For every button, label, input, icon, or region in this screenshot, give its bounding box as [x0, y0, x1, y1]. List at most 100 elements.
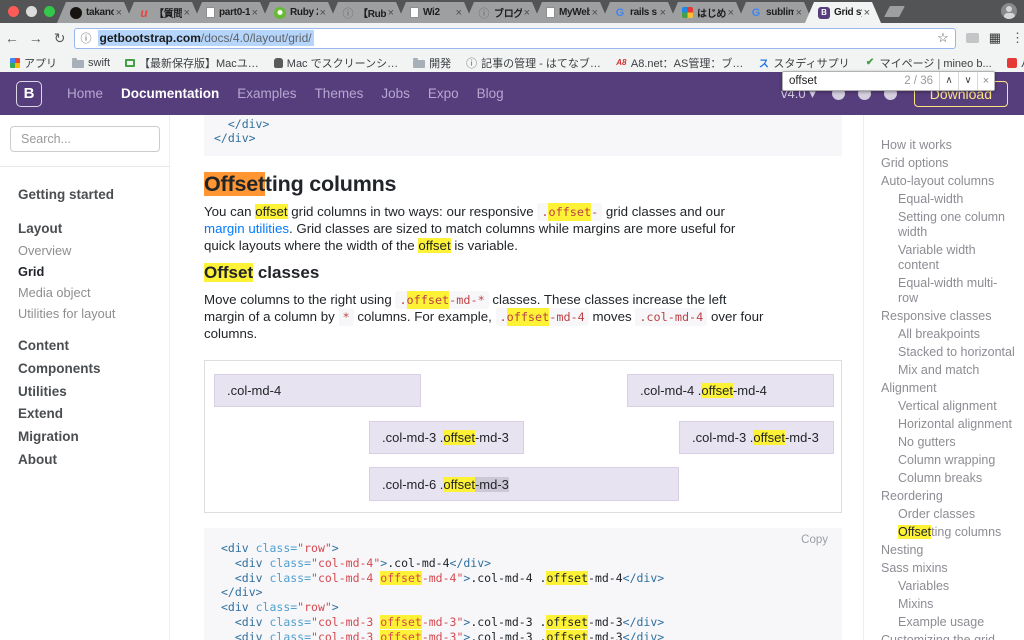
- sidebar-item-layout[interactable]: Layout: [18, 221, 62, 236]
- tab-close-icon[interactable]: ×: [524, 7, 530, 19]
- tab-close-icon[interactable]: ×: [592, 7, 598, 19]
- sidebar-item-content[interactable]: Content: [18, 338, 69, 353]
- tab-close-icon[interactable]: ×: [728, 7, 734, 19]
- tab[interactable]: 【Ruby o×: [329, 2, 405, 23]
- browser-menu-icon[interactable]: ⋮: [1011, 30, 1024, 46]
- find-next-button[interactable]: ∨: [958, 72, 977, 90]
- find-close-icon[interactable]: ×: [977, 72, 994, 90]
- tab-close-icon[interactable]: ×: [252, 7, 258, 19]
- tab[interactable]: sublime i×: [737, 2, 813, 23]
- toc-item[interactable]: Responsive classes: [864, 309, 1024, 324]
- sidebar-item-components[interactable]: Components: [18, 361, 101, 376]
- nav-examples[interactable]: Examples: [228, 86, 305, 101]
- toc-item[interactable]: Example usage: [864, 615, 1024, 630]
- tab-active[interactable]: B Grid syste×: [805, 2, 881, 23]
- page-info-icon[interactable]: ⓘ: [81, 30, 92, 46]
- toc-item[interactable]: Alignment: [864, 381, 1024, 396]
- tab[interactable]: Wi2 ×: [397, 2, 473, 23]
- sidebar-item-media-object[interactable]: Media object: [18, 285, 91, 300]
- toc-item[interactable]: Nesting: [864, 543, 1024, 558]
- find-input[interactable]: offset: [783, 75, 904, 87]
- toc-item[interactable]: Horizontal alignment: [864, 417, 1024, 432]
- bookmark-item[interactable]: 【最新保存版】Macユ…: [125, 55, 259, 71]
- bookmark-folder[interactable]: 開発: [413, 55, 451, 71]
- sidebar-item-getting-started[interactable]: Getting started: [18, 187, 114, 202]
- toc-item[interactable]: Customizing the grid: [864, 633, 1024, 640]
- tab-close-icon[interactable]: ×: [864, 7, 870, 19]
- minimize-window-button[interactable]: [26, 6, 37, 17]
- toc-item[interactable]: Equal-width multi- row: [864, 276, 1024, 306]
- toc-item[interactable]: Order classes: [864, 507, 1024, 522]
- toc-item[interactable]: Reordering: [864, 489, 1024, 504]
- tab-close-icon[interactable]: ×: [116, 7, 122, 19]
- nav-expo[interactable]: Expo: [419, 86, 468, 101]
- bookmark-star-icon[interactable]: ☆: [937, 30, 949, 46]
- nav-themes[interactable]: Themes: [306, 86, 373, 101]
- toc-item[interactable]: Column wrapping: [864, 453, 1024, 468]
- bootstrap-logo[interactable]: B: [16, 80, 42, 107]
- tab-close-icon[interactable]: ×: [184, 7, 190, 19]
- tab[interactable]: はじめから×: [669, 2, 745, 23]
- toc-item[interactable]: Mix and match: [864, 363, 1024, 378]
- tab-close-icon[interactable]: ×: [456, 7, 462, 19]
- toc-item[interactable]: Variables: [864, 579, 1024, 594]
- bookmark-item[interactable]: スタディサプリ: [758, 55, 849, 71]
- forward-button[interactable]: →: [24, 30, 48, 46]
- tab-close-icon[interactable]: ×: [796, 7, 802, 19]
- bookmark-item[interactable]: バナナマンのせっかく…: [1006, 55, 1024, 71]
- tab[interactable]: Ruby 2.3. ×: [261, 2, 337, 23]
- sidebar-item-extend[interactable]: Extend: [18, 406, 63, 421]
- sidebar-item-grid[interactable]: Grid: [18, 264, 44, 279]
- zoom-window-button[interactable]: [44, 6, 55, 17]
- tab[interactable]: 【質問対応×: [125, 2, 201, 23]
- toc-item[interactable]: Sass mixins: [864, 561, 1024, 576]
- tab[interactable]: rails s - G×: [601, 2, 677, 23]
- new-tab-button[interactable]: [884, 6, 905, 17]
- copy-button[interactable]: Copy: [801, 534, 828, 546]
- nav-documentation[interactable]: Documentation: [112, 86, 228, 101]
- tab-close-icon[interactable]: ×: [320, 7, 326, 19]
- bookmark-item[interactable]: Mac でスクリーンシ…: [273, 55, 398, 71]
- sidebar-item-about[interactable]: About: [18, 452, 57, 467]
- bookmark-item[interactable]: A8.net：AS管理：ブ…: [616, 55, 743, 71]
- sidebar-item-utilities-for-layout[interactable]: Utilities for layout: [18, 306, 115, 321]
- toc-item[interactable]: Equal-width: [864, 192, 1024, 207]
- reload-button[interactable]: ↻: [48, 30, 72, 47]
- toc-item[interactable]: Column breaks: [864, 471, 1024, 486]
- tab-close-icon[interactable]: ×: [388, 7, 394, 19]
- profile-icon[interactable]: [1001, 3, 1017, 19]
- tab[interactable]: ブログ記事×: [465, 2, 541, 23]
- sidebar-item-migration[interactable]: Migration: [18, 429, 79, 444]
- sidebar-item-overview[interactable]: Overview: [18, 243, 71, 258]
- tab-close-icon[interactable]: ×: [660, 7, 666, 19]
- bookmark-item[interactable]: 記事の管理 - はてなブ…: [466, 55, 601, 71]
- toc-item[interactable]: No gutters: [864, 435, 1024, 450]
- toc-item[interactable]: Variable width content: [864, 243, 1024, 273]
- toc-item-offsetting-columns[interactable]: Offsetting columns: [864, 525, 1024, 540]
- find-previous-button[interactable]: ∧: [939, 72, 958, 90]
- nav-home[interactable]: Home: [58, 86, 112, 101]
- tab[interactable]: part0-1c×: [193, 2, 269, 23]
- bookmark-apps[interactable]: アプリ: [10, 55, 57, 71]
- toc-item[interactable]: Stacked to horizontal: [864, 345, 1024, 360]
- nav-jobs[interactable]: Jobs: [372, 86, 419, 101]
- tab[interactable]: takanorih ×: [57, 2, 133, 23]
- bookmark-item[interactable]: マイページ | mineo b...: [865, 55, 992, 71]
- extension-icon[interactable]: [965, 33, 979, 43]
- toc-item[interactable]: How it works: [864, 138, 1024, 153]
- address-bar[interactable]: ⓘ getbootstrap.com/docs/4.0/layout/grid/…: [73, 27, 956, 49]
- toc-item[interactable]: Auto-layout columns: [864, 174, 1024, 189]
- back-button[interactable]: ←: [0, 30, 24, 46]
- nav-blog[interactable]: Blog: [468, 86, 513, 101]
- search-input[interactable]: [10, 126, 160, 152]
- toc-item[interactable]: Setting one column width: [864, 210, 1024, 240]
- toc-item[interactable]: Vertical alignment: [864, 399, 1024, 414]
- sidebar-item-utilities[interactable]: Utilities: [18, 384, 67, 399]
- bookmark-folder[interactable]: swift: [72, 57, 110, 69]
- extension-icon[interactable]: ▦: [989, 30, 1001, 46]
- find-bar[interactable]: offset 2 / 36 ∧ ∨ ×: [782, 71, 995, 91]
- tab[interactable]: MyWebA×: [533, 2, 609, 23]
- toc-item[interactable]: All breakpoints: [864, 327, 1024, 342]
- toc-item[interactable]: Grid options: [864, 156, 1024, 171]
- toc-item[interactable]: Mixins: [864, 597, 1024, 612]
